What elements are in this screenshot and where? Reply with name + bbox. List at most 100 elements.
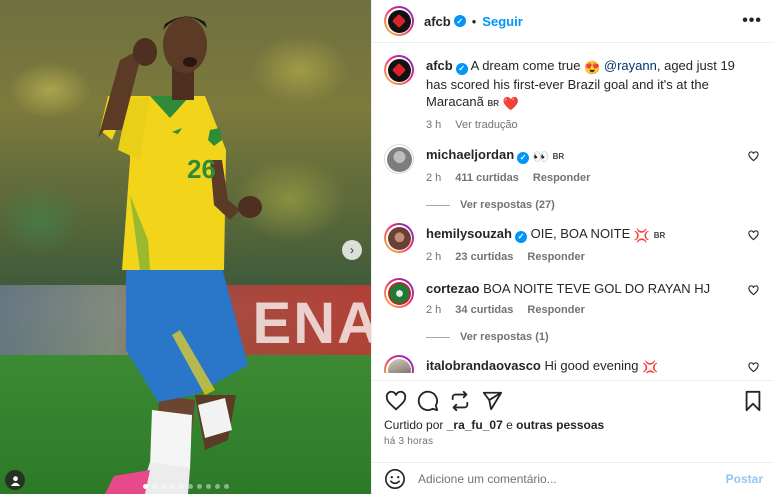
comment-body: BOA NOITE TEVE GOL DO RAYAN HJ xyxy=(483,281,711,296)
carousel-dot xyxy=(214,484,220,489)
carousel-dot xyxy=(187,484,193,489)
emoji-icon[interactable] xyxy=(384,468,406,490)
caption-author[interactable]: afcb xyxy=(426,58,453,73)
comment-composer: Postar xyxy=(372,462,774,494)
comment-likes[interactable]: 23 curtidas xyxy=(455,249,513,266)
more-icon[interactable]: ••• xyxy=(742,12,762,30)
comment-icon[interactable] xyxy=(416,389,440,413)
carousel-dot xyxy=(169,484,175,489)
liked-by: Curtido por _ra_fu_07 e outras pessoas xyxy=(384,418,604,432)
post-button[interactable]: Postar xyxy=(726,472,763,486)
reply-button[interactable]: Responder xyxy=(527,249,584,266)
post-sidebar: afcb ✓ • Seguir ••• afcb ✓ A dream come t… xyxy=(371,0,774,494)
translate-link[interactable]: Ver tradução xyxy=(455,117,517,134)
flag-br: BR xyxy=(487,99,499,108)
comment-body: OIE, BOA NOITE xyxy=(530,226,631,241)
avatar[interactable] xyxy=(384,355,414,373)
comment-likes[interactable]: 34 curtidas xyxy=(455,302,513,319)
carousel-dot xyxy=(178,484,184,489)
comment: hemilysouzah ✓ OIE, BOA NOITE 💢 BR 2 h 23 c… xyxy=(384,223,763,266)
avatar[interactable] xyxy=(384,55,414,85)
comment: italobrandaovasco Hi good evening 💢2 h2 … xyxy=(384,355,763,373)
verified-icon: ✓ xyxy=(453,15,466,27)
bookmark-icon[interactable] xyxy=(741,389,765,413)
liked-conj: e xyxy=(506,418,513,432)
comment-emoji: 👀 xyxy=(532,149,549,164)
red-heart-emoji: ❤️ xyxy=(502,96,519,111)
jersey-number: 26 xyxy=(187,154,216,184)
separator-dot: • xyxy=(471,13,477,29)
replies-label: Ver respostas (1) xyxy=(460,331,549,343)
comment-text: michaeljordan ✓ 👀 BR xyxy=(426,146,739,165)
avatar[interactable] xyxy=(384,223,414,253)
carousel-dot xyxy=(223,484,229,489)
heart-icon[interactable] xyxy=(748,229,759,241)
avatar[interactable] xyxy=(384,144,414,174)
player-figure: 26 xyxy=(98,16,262,494)
heart-icon[interactable] xyxy=(748,284,759,296)
heart-eyes-emoji: 😍 xyxy=(584,60,601,75)
comment-meta: 2 h 411 curtidas Responder xyxy=(426,170,739,187)
avatar[interactable] xyxy=(384,278,414,308)
reply-button[interactable]: Responder xyxy=(527,302,584,319)
comment: cortezao BOA NOITE TEVE GOL DO RAYAN HJ 2… xyxy=(384,278,763,319)
carousel-dots xyxy=(0,484,371,489)
comment-username[interactable]: italobrandaovasco xyxy=(426,358,541,373)
caption-text: afcb ✓ A dream come true 😍 @rayann, aged … xyxy=(426,57,739,112)
carousel-dot xyxy=(196,484,202,489)
share-icon[interactable] xyxy=(448,389,472,413)
replies-label: Ver respostas (27) xyxy=(460,199,555,211)
comment-text: hemilysouzah ✓ OIE, BOA NOITE 💢 BR xyxy=(426,225,739,244)
avatar[interactable] xyxy=(384,6,414,36)
liked-others[interactable]: outras pessoas xyxy=(516,418,604,432)
comment-username[interactable]: hemilysouzah xyxy=(426,226,512,241)
comment-username[interactable]: michaeljordan xyxy=(426,147,514,162)
comment: michaeljordan ✓ 👀 BR 2 h 411 curtidas Respon… xyxy=(384,144,763,187)
carousel-dot xyxy=(142,484,148,489)
comment-time: 2 h xyxy=(426,172,442,184)
mention-link[interactable]: @rayann xyxy=(604,58,657,73)
flag-br: BR xyxy=(552,152,565,161)
comment-time: 2 h xyxy=(426,251,442,263)
comment-text: cortezao BOA NOITE TEVE GOL DO RAYAN HJ xyxy=(426,280,739,297)
comment-likes[interactable]: 411 curtidas xyxy=(455,170,519,187)
view-replies-button[interactable]: Ver respostas (1) xyxy=(426,331,763,343)
follow-button[interactable]: Seguir xyxy=(482,14,522,29)
carousel-dot xyxy=(205,484,211,489)
heart-icon[interactable] xyxy=(748,150,759,162)
send-icon[interactable] xyxy=(480,389,504,413)
replies-line xyxy=(426,204,450,206)
comment-body: Hi good evening xyxy=(544,358,639,373)
post-timestamp: há 3 horas xyxy=(384,436,434,447)
comments-list[interactable]: afcb ✓ A dream come true 😍 @rayann, aged … xyxy=(372,43,774,373)
carousel-dot xyxy=(160,484,166,489)
comment-username[interactable]: cortezao xyxy=(426,281,479,296)
heart-icon[interactable] xyxy=(748,361,759,373)
verified-icon: ✓ xyxy=(514,230,527,243)
next-arrow-icon[interactable]: › xyxy=(342,240,362,260)
comment-emoji: 💢 xyxy=(642,360,659,373)
caption-meta: 3 h Ver tradução xyxy=(426,117,739,134)
carousel-dot xyxy=(151,484,157,489)
action-bar xyxy=(372,380,774,420)
comment-time: 2 h xyxy=(426,304,442,316)
comment-text: italobrandaovasco Hi good evening 💢 xyxy=(426,357,739,373)
post-header: afcb ✓ • Seguir ••• xyxy=(372,0,774,43)
reply-button[interactable]: Responder xyxy=(533,170,590,187)
verified-icon: ✓ xyxy=(517,151,530,164)
comment-meta: 2 h 23 curtidas Responder xyxy=(426,249,739,266)
caption: afcb ✓ A dream come true 😍 @rayann, aged … xyxy=(384,55,763,134)
caption-time: 3 h xyxy=(426,119,442,131)
author-username[interactable]: afcb xyxy=(424,14,451,29)
replies-line xyxy=(426,336,450,338)
comment-meta: 2 h 34 curtidas Responder xyxy=(426,302,739,319)
liked-user[interactable]: _ra_fu_07 xyxy=(447,418,503,432)
comment-input[interactable] xyxy=(418,471,726,486)
post-media[interactable]: ENA 26 › xyxy=(0,0,371,494)
verified-icon: ✓ xyxy=(455,62,468,75)
liked-prefix: Curtido por xyxy=(384,418,444,432)
view-replies-button[interactable]: Ver respostas (27) xyxy=(426,199,763,211)
caption-text-before: A dream come true xyxy=(470,58,581,73)
heart-icon[interactable] xyxy=(384,389,408,413)
comment-emoji: 💢 xyxy=(633,228,651,243)
